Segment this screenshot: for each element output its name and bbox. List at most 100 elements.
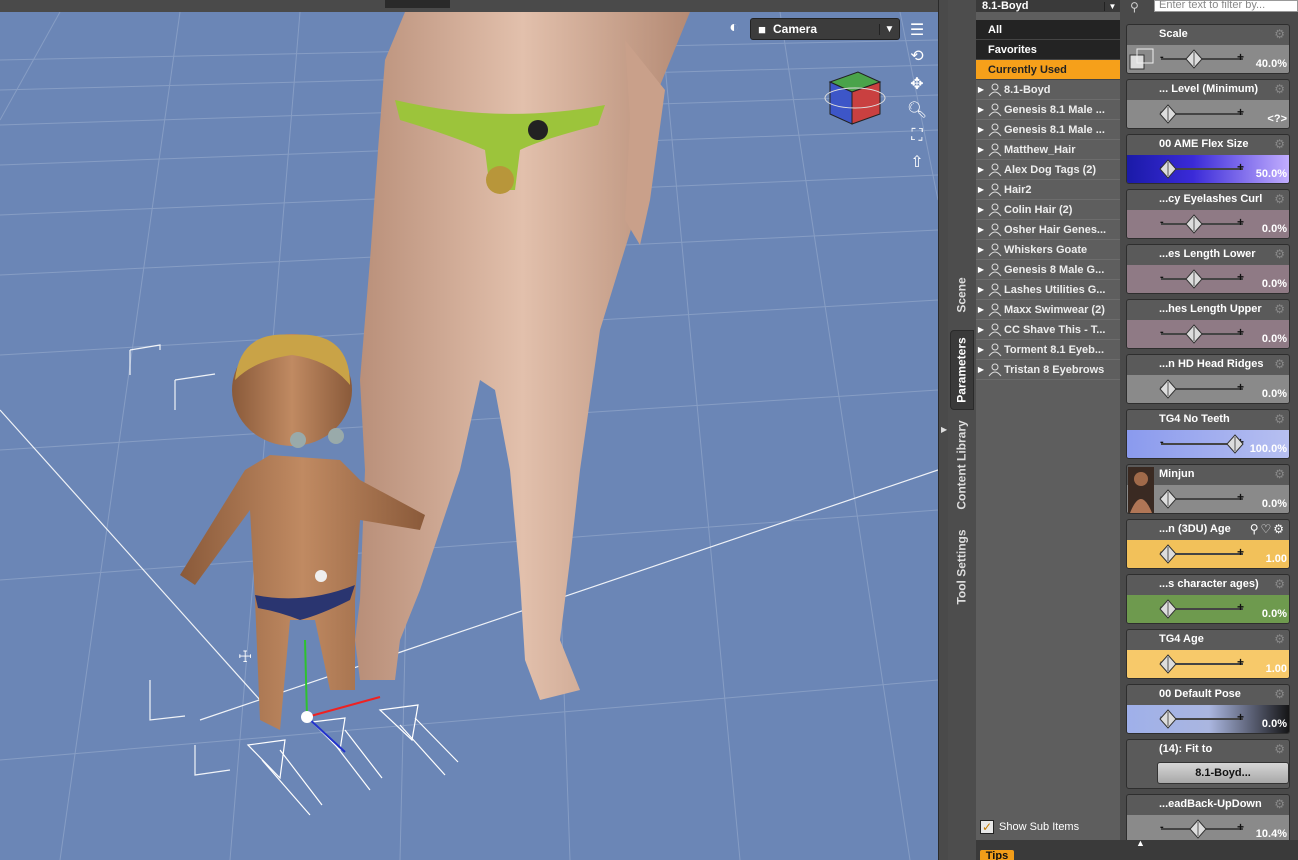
tree-item[interactable]: ▶ Alex Dog Tags (2) xyxy=(976,160,1120,180)
node-select[interactable]: 8.1-Boyd ▼ xyxy=(976,0,1120,12)
tree-item[interactable]: ▶ Torment 8.1 Eyeb... xyxy=(976,340,1120,360)
gear-icon[interactable]: ⚙ xyxy=(1274,357,1285,371)
expand-arrow-icon[interactable]: ▶ xyxy=(976,365,986,374)
tab-parameters[interactable]: Parameters xyxy=(950,330,974,410)
param-value[interactable]: 0.0% xyxy=(1262,223,1287,235)
gear-icon[interactable]: ⚙ xyxy=(1274,27,1285,41)
resize-arrow-icon[interactable]: ▲ xyxy=(1136,838,1145,848)
fit-to-button[interactable]: 8.1-Boyd... xyxy=(1157,762,1289,784)
param-card[interactable]: ...es Length Lower ⚙ - +0.0% xyxy=(1126,244,1290,294)
filter-currently-used[interactable]: Currently Used xyxy=(976,60,1120,80)
param-slider[interactable]: -+0.0% xyxy=(1127,320,1289,348)
increment-icon[interactable]: + xyxy=(1237,655,1244,669)
param-card[interactable]: (14): Fit to ⚙ 8.1-Boyd... xyxy=(1126,739,1290,789)
slider-knob[interactable] xyxy=(1158,159,1177,179)
param-slider[interactable]: - +10.4% xyxy=(1127,815,1289,840)
panel-splitter[interactable]: ▶ xyxy=(938,0,948,860)
draw-style-icon[interactable]: ◐ xyxy=(722,16,746,40)
filter-all[interactable]: All xyxy=(976,20,1120,40)
slider-knob[interactable] xyxy=(1158,379,1177,399)
param-value[interactable]: 1.00 xyxy=(1266,553,1287,565)
camera-select[interactable]: ■ Camera ▼ xyxy=(750,18,900,40)
increment-icon[interactable]: + xyxy=(1237,545,1244,559)
gear-icon[interactable]: ⚙ xyxy=(1274,577,1285,591)
tree-item[interactable]: ▶ Hair2 xyxy=(976,180,1120,200)
tab-content-library[interactable]: Content Library xyxy=(950,415,974,515)
expand-arrow-icon[interactable]: ▶ xyxy=(976,125,986,134)
param-value[interactable]: 50.0% xyxy=(1256,168,1287,180)
increment-icon[interactable]: + xyxy=(1237,215,1244,229)
decrement-icon[interactable]: - xyxy=(1160,436,1164,448)
param-card[interactable]: ...hes Length Upper ⚙ - +0.0% xyxy=(1126,299,1290,349)
param-slider[interactable]: -+50.0% xyxy=(1127,155,1289,183)
tab-tool-settings[interactable]: Tool Settings xyxy=(950,522,974,612)
param-value[interactable]: 0.0% xyxy=(1262,608,1287,620)
gear-icon[interactable]: ⚙ xyxy=(1274,302,1285,316)
increment-icon[interactable]: + xyxy=(1237,380,1244,394)
expand-arrow-icon[interactable]: ▶ xyxy=(976,285,986,294)
param-slider[interactable]: -+<?> xyxy=(1127,100,1289,128)
decrement-icon[interactable]: - xyxy=(1160,271,1164,283)
param-card[interactable]: ...cy Eyelashes Curl ⚙ - +0.0% xyxy=(1126,189,1290,239)
increment-icon[interactable]: + xyxy=(1237,50,1244,64)
expand-arrow-icon[interactable]: ▶ xyxy=(976,145,986,154)
increment-icon[interactable]: + xyxy=(1237,325,1244,339)
param-slider[interactable]: -+0.0% xyxy=(1127,595,1289,623)
tree-item[interactable]: ▶ Colin Hair (2) xyxy=(976,200,1120,220)
increment-icon[interactable]: + xyxy=(1237,710,1244,724)
param-slider[interactable]: -+1.00 xyxy=(1127,650,1289,678)
gear-icon[interactable]: ⚙ xyxy=(1274,797,1285,811)
param-value[interactable]: 100.0% xyxy=(1250,443,1287,455)
expand-arrow-icon[interactable]: ▶ xyxy=(976,225,986,234)
expand-arrow-icon[interactable]: ▶ xyxy=(976,185,986,194)
tree-item[interactable]: ▶ CC Shave This - T... xyxy=(976,320,1120,340)
tree-item[interactable]: ▶ Maxx Swimwear (2) xyxy=(976,300,1120,320)
decrement-icon[interactable]: - xyxy=(1160,216,1164,228)
slider-knob[interactable] xyxy=(1185,269,1203,289)
tree-item[interactable]: ▶ 8.1-Boyd xyxy=(976,80,1120,100)
gear-icon[interactable]: ⚙ xyxy=(1274,742,1285,756)
param-slider[interactable]: -+0.0% xyxy=(1127,705,1289,733)
tree-item[interactable]: ▶ Osher Hair Genes... xyxy=(976,220,1120,240)
param-card[interactable]: ...s character ages) ⚙ -+0.0% xyxy=(1126,574,1290,624)
expand-arrow-icon[interactable]: ▶ xyxy=(976,345,986,354)
show-sub-items-checkbox[interactable]: ✓ xyxy=(980,820,994,834)
expand-arrow-icon[interactable]: ▶ xyxy=(976,85,986,94)
slider-knob[interactable] xyxy=(1158,654,1177,674)
expand-arrow-icon[interactable]: ▶ xyxy=(976,245,986,254)
viewport-menu-icon[interactable]: ☰ xyxy=(905,18,929,42)
filter-favorites[interactable]: Favorites xyxy=(976,40,1120,60)
gear-icon[interactable]: ⚙ xyxy=(1274,687,1285,701)
search-input[interactable]: Enter text to filter by... xyxy=(1154,0,1298,12)
expand-arrow-icon[interactable]: ▶ xyxy=(976,205,986,214)
param-card[interactable]: Minjun⚙-+0.0% xyxy=(1126,464,1290,514)
gear-icon[interactable]: ⚙ xyxy=(1274,82,1285,96)
param-card[interactable]: ... Level (Minimum)⚙-+<?> xyxy=(1126,79,1290,129)
expand-arrow-icon[interactable]: ▶ xyxy=(976,325,986,334)
increment-icon[interactable]: + xyxy=(1237,490,1244,504)
gear-icon[interactable]: ⚙ xyxy=(1274,247,1285,261)
frame-icon[interactable]: ⛶ xyxy=(905,124,929,148)
tree-item[interactable]: ▶ Tristan 8 Eyebrows xyxy=(976,360,1120,380)
increment-icon[interactable]: + xyxy=(1237,600,1244,614)
slider-knob[interactable] xyxy=(1158,104,1177,124)
param-slider[interactable]: -+100.0% xyxy=(1127,430,1289,458)
gear-icon[interactable]: ⚙ xyxy=(1274,467,1285,481)
param-card[interactable]: 00 AME Flex Size ⚙ -+50.0% xyxy=(1126,134,1290,184)
decrement-icon[interactable]: - xyxy=(1160,821,1164,833)
tree-item[interactable]: ▶ Whiskers Goate xyxy=(976,240,1120,260)
param-card[interactable]: TG4 No Teeth ⚙ -+100.0% xyxy=(1126,409,1290,459)
increment-icon[interactable]: + xyxy=(1237,160,1244,174)
param-value[interactable]: 40.0% xyxy=(1256,58,1287,70)
slider-knob[interactable] xyxy=(1185,324,1203,344)
param-card[interactable]: ...eadBack-UpDown ⚙ - +10.4% xyxy=(1126,794,1290,840)
param-value[interactable]: 10.4% xyxy=(1256,828,1287,840)
param-value[interactable]: 1.00 xyxy=(1266,663,1287,675)
orbit-icon[interactable]: ⟲ xyxy=(905,44,929,68)
slider-knob[interactable] xyxy=(1158,489,1177,509)
param-value[interactable]: 0.0% xyxy=(1262,498,1287,510)
decrement-icon[interactable]: - xyxy=(1160,326,1164,338)
param-card[interactable]: ...n (3DU) Age ⚲♡⚙ -+1.00 xyxy=(1126,519,1290,569)
param-value[interactable]: 0.0% xyxy=(1262,278,1287,290)
gear-icon[interactable]: ⚙ xyxy=(1274,632,1285,646)
